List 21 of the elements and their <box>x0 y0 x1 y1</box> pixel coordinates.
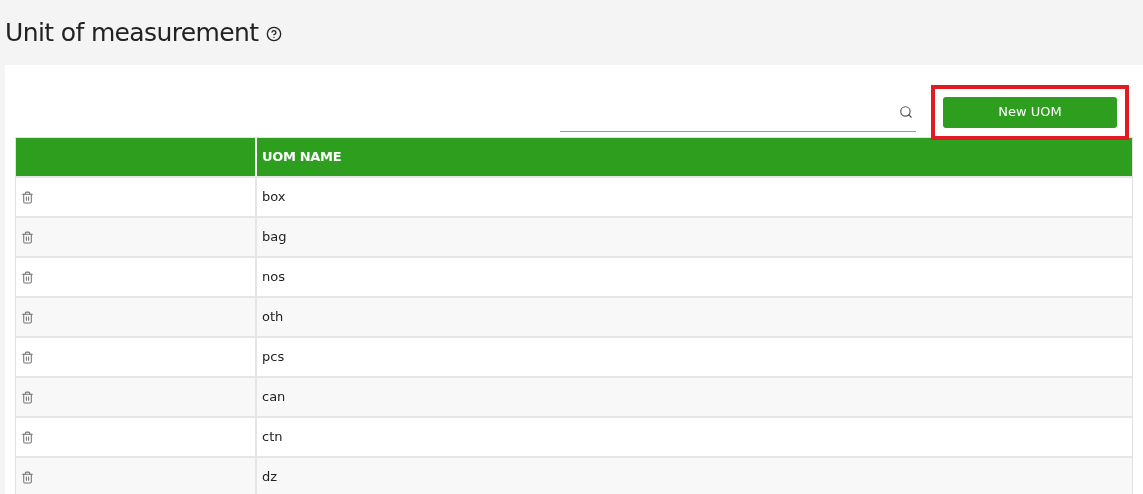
delete-icon[interactable] <box>21 390 34 404</box>
delete-icon[interactable] <box>21 270 34 284</box>
table-cell-text: pcs <box>261 348 285 367</box>
table-cell-text: bag <box>261 228 287 247</box>
table-cell-text: can <box>261 388 286 407</box>
delete-icon[interactable] <box>21 190 34 204</box>
table-cell-text: nos <box>261 268 285 287</box>
table-cell-text: ctn <box>261 428 283 447</box>
delete-icon[interactable] <box>21 470 34 484</box>
help-icon[interactable] <box>266 26 283 42</box>
page-title: Unit of measurement <box>5 20 259 45</box>
column-header: UOM NAME <box>261 148 342 167</box>
delete-icon[interactable] <box>21 430 34 444</box>
search-icon[interactable] <box>899 104 913 119</box>
table-cell-text: oth <box>261 308 284 327</box>
table-cell-text: box <box>261 188 286 207</box>
new-uom-button[interactable]: New UOM <box>943 96 1117 128</box>
table-cell-text: dz <box>261 468 278 487</box>
delete-icon[interactable] <box>21 230 34 244</box>
delete-icon[interactable] <box>21 350 34 364</box>
delete-icon[interactable] <box>21 310 34 324</box>
